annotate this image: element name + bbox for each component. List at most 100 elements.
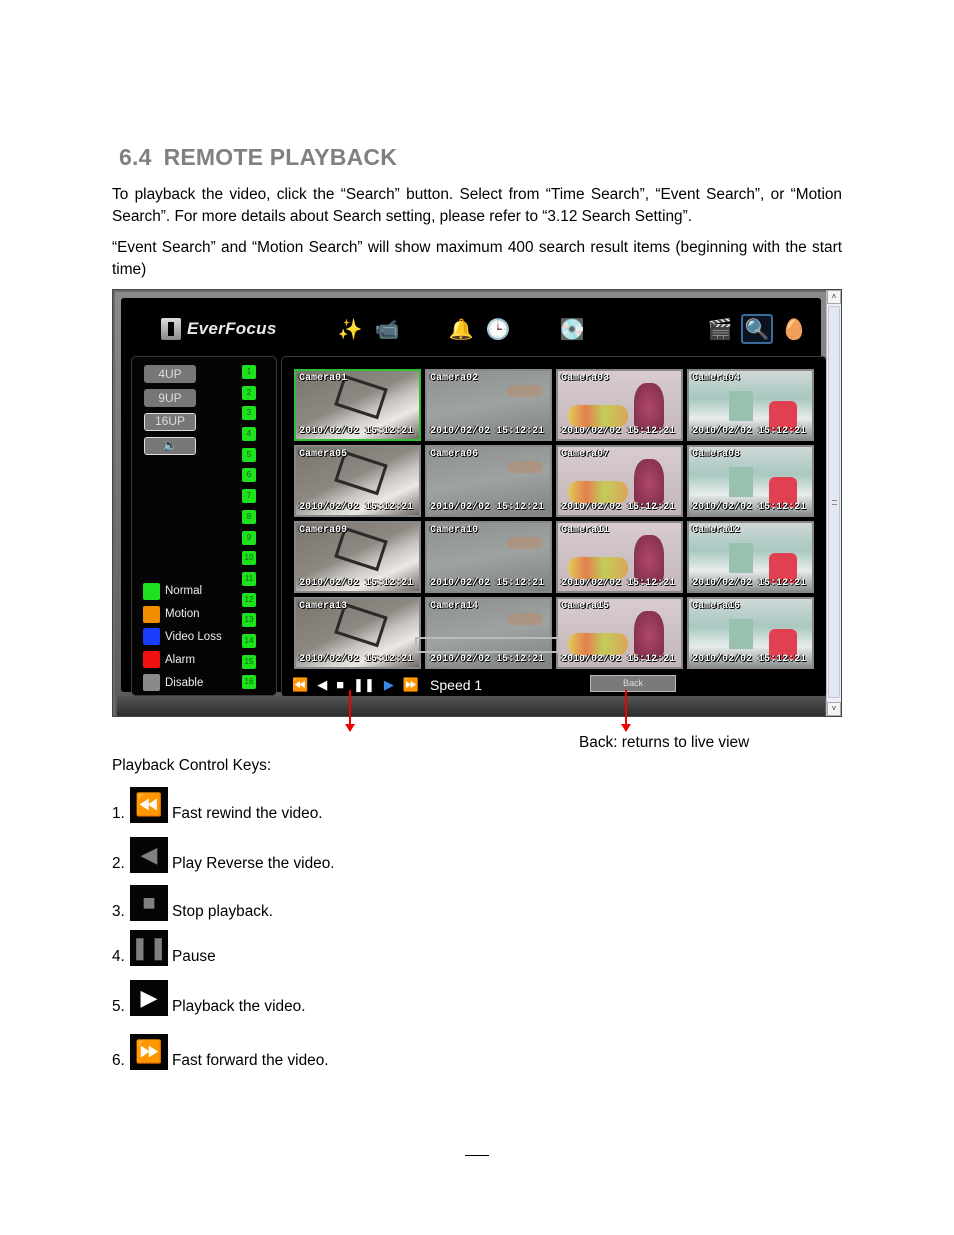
section-number: 6.4 (119, 144, 152, 170)
scroll-up-button[interactable]: ˄ (827, 290, 841, 304)
info-tool-button[interactable]: ℹ (667, 314, 699, 344)
camera-name: Camera10 (430, 525, 479, 536)
playback-panel: Camera01 2010/02/02 15:12:21 Camera02 2010/… (281, 356, 827, 698)
camera-tile[interactable]: Camera09 2010/02/02 15:12:21 (294, 521, 421, 593)
channel-indicator[interactable]: 8 (242, 509, 256, 524)
display-tool-button[interactable]: 🖵 (593, 314, 625, 344)
camera-name: Camera03 (561, 373, 610, 384)
channel-indicator[interactable]: 5 (242, 447, 256, 462)
channel-indicator[interactable]: 9 (242, 530, 256, 545)
fast-forward-button[interactable]: ⏩ (403, 678, 419, 692)
fast-forward-icon: ⏩ (130, 1034, 168, 1070)
layout-9up-button[interactable]: 9UP (144, 389, 196, 407)
camera-name: Camera01 (299, 373, 348, 384)
intro-paragraph: To playback the video, click the “Search… (112, 186, 842, 225)
legend-item: Alarm (143, 648, 222, 671)
item-number: 1. (112, 805, 125, 822)
key-description: Stop playback. (172, 903, 273, 920)
camera-tile[interactable]: Camera04 2010/02/02 15:12:21 (687, 369, 814, 441)
vertical-scrollbar[interactable]: ˄ ˅ (826, 290, 841, 716)
channel-indicator[interactable]: 15 (242, 654, 256, 669)
camera-tool-button[interactable]: 📹 (371, 314, 403, 344)
scroll-down-button[interactable]: ˅ (827, 702, 841, 716)
status-legend: Normal Motion Video Loss Alarm Disable (143, 580, 222, 694)
info-icon: ℹ (679, 318, 687, 341)
side-panel: 4UP 9UP 16UP 🔈 1 2 3 4 5 6 7 8 9 10 11 12 13 14 15 16 N… (131, 356, 277, 696)
channel-indicator[interactable]: 6 (242, 468, 256, 483)
settings-gears-tool-button[interactable]: ⚙ (630, 314, 662, 344)
channel-indicator[interactable]: 12 (242, 592, 256, 607)
legend-swatch (143, 582, 160, 600)
camera-tile[interactable]: Camera02 2010/02/02 15:12:21 (425, 369, 552, 441)
channel-indicator[interactable]: 11 (242, 571, 256, 586)
camera-tile[interactable]: Camera07 2010/02/02 15:12:21 (556, 445, 683, 517)
camera-tile[interactable]: Camera01 2010/02/02 15:12:21 (294, 369, 421, 441)
legend-item: Normal (143, 580, 222, 603)
live-view-tool-button[interactable]: 🖥 (297, 314, 329, 344)
layout-16up-button[interactable]: 16UP (144, 413, 196, 431)
channel-indicator[interactable]: 7 (242, 489, 256, 504)
legend-swatch (143, 605, 160, 623)
dvr-window: EverFocus 🖥 ✨ 📹 🎞 🔔 🕒 🖧 💽 🖵 ⚙ ℹ 🎬 🔍 🥚 4UP 9UP 16UP 🔈 … (115, 292, 827, 716)
key-description: Fast forward the video. (172, 1052, 329, 1069)
logo-mark-icon (161, 318, 181, 340)
camera-tile[interactable]: Camera11 2010/02/02 15:12:21 (556, 521, 683, 593)
film-export-tool-button[interactable]: 🎬 (704, 314, 736, 344)
ptz-dome-tool-button[interactable]: 🥚 (778, 314, 810, 344)
channel-indicator[interactable]: 1 (242, 365, 256, 379)
legend-label: Alarm (165, 653, 196, 666)
network-tool-button[interactable]: 🖧 (519, 314, 551, 344)
camera-tile[interactable]: Camera10 2010/02/02 15:12:21 (425, 521, 552, 593)
search-tool-button[interactable]: 🔍 (741, 314, 773, 344)
camera-tile[interactable]: Camera16 2010/02/02 15:12:21 (687, 597, 814, 669)
camera-tile[interactable]: Camera14 2010/02/02 15:12:21 (425, 597, 552, 669)
channel-indicator[interactable]: 2 (242, 385, 256, 400)
stop-button[interactable]: ■ (336, 678, 344, 692)
back-button[interactable]: Back (590, 675, 676, 692)
play-button[interactable]: ▶ (384, 678, 394, 692)
camera-name: Camera11 (561, 525, 610, 536)
camera-tile[interactable]: Camera03 2010/02/02 15:12:21 (556, 369, 683, 441)
camera-tile[interactable]: Camera13 2010/02/02 15:12:21 (294, 597, 421, 669)
camera-tile[interactable]: Camera12 2010/02/02 15:12:21 (687, 521, 814, 593)
channel-indicator[interactable]: 16 (242, 675, 256, 690)
control-key-item: 3. ■ Stop playback. (112, 885, 273, 921)
hdd-tool-button[interactable]: 💽 (556, 314, 588, 344)
camera-tile[interactable]: Camera15 2010/02/02 15:12:21 (556, 597, 683, 669)
dvr-main-area: EverFocus 🖥 ✨ 📹 🎞 🔔 🕒 🖧 💽 🖵 ⚙ ℹ 🎬 🔍 🥚 4UP 9UP 16UP 🔈 … (121, 298, 827, 698)
alarm-bell-tool-button[interactable]: 🔔 (445, 314, 477, 344)
playback-controls: ⏪ ◀ ■ ❚❚ ▶ ⏩ Speed 1 (292, 677, 482, 693)
audio-button[interactable]: 🔈 (144, 437, 196, 455)
fast-rewind-button[interactable]: ⏪ (292, 678, 308, 692)
scroll-thumb[interactable] (828, 306, 840, 698)
play-reverse-button[interactable]: ◀ (317, 678, 327, 692)
channel-indicator[interactable]: 10 (242, 551, 256, 566)
channel-indicator[interactable]: 14 (242, 633, 256, 648)
camera-timestamp: 2010/02/02 15:12:21 (430, 502, 545, 513)
layout-4up-button[interactable]: 4UP (144, 365, 196, 383)
camera-tile[interactable]: Camera06 2010/02/02 15:12:21 (425, 445, 552, 517)
channel-indicator[interactable]: 4 (242, 427, 256, 442)
play-icon: ▶ (130, 980, 168, 1016)
camera-timestamp: 2010/02/02 15:12:21 (430, 426, 545, 437)
camera-grid: Camera01 2010/02/02 15:12:21 Camera02 2010/… (294, 369, 814, 669)
main-toolbar: 🖥 ✨ 📹 🎞 🔔 🕒 🖧 💽 🖵 ⚙ ℹ 🎬 🔍 🥚 (297, 314, 810, 344)
dvr-screenshot: EverFocus 🖥 ✨ 📹 🎞 🔔 🕒 🖧 💽 🖵 ⚙ ℹ 🎬 🔍 🥚 4UP 9UP 16UP 🔈 … (112, 289, 842, 717)
pause-button[interactable]: ❚❚ (353, 678, 375, 692)
camera-timestamp: 2010/02/02 15:12:21 (430, 654, 545, 665)
item-number: 6. (112, 1052, 125, 1069)
search-icon: 🔍 (744, 318, 770, 341)
legend-swatch (143, 628, 160, 646)
camera-name: Camera02 (430, 373, 479, 384)
live-view-icon: 🖥 (300, 318, 326, 341)
channel-indicator[interactable]: 13 (242, 613, 256, 628)
wizard-tool-button[interactable]: ✨ (334, 314, 366, 344)
camera-tile[interactable]: Camera08 2010/02/02 15:12:21 (687, 445, 814, 517)
camera-tile[interactable]: Camera05 2010/02/02 15:12:21 (294, 445, 421, 517)
channel-indicator[interactable]: 3 (242, 406, 256, 421)
playback-reel-tool-button[interactable]: 🎞 (408, 314, 440, 344)
camera-timestamp: 2010/02/02 15:12:21 (561, 578, 676, 589)
key-description: Play Reverse the video. (172, 855, 335, 872)
schedule-tool-button[interactable]: 🕒 (482, 314, 514, 344)
dvr-footer-bar (117, 696, 825, 716)
